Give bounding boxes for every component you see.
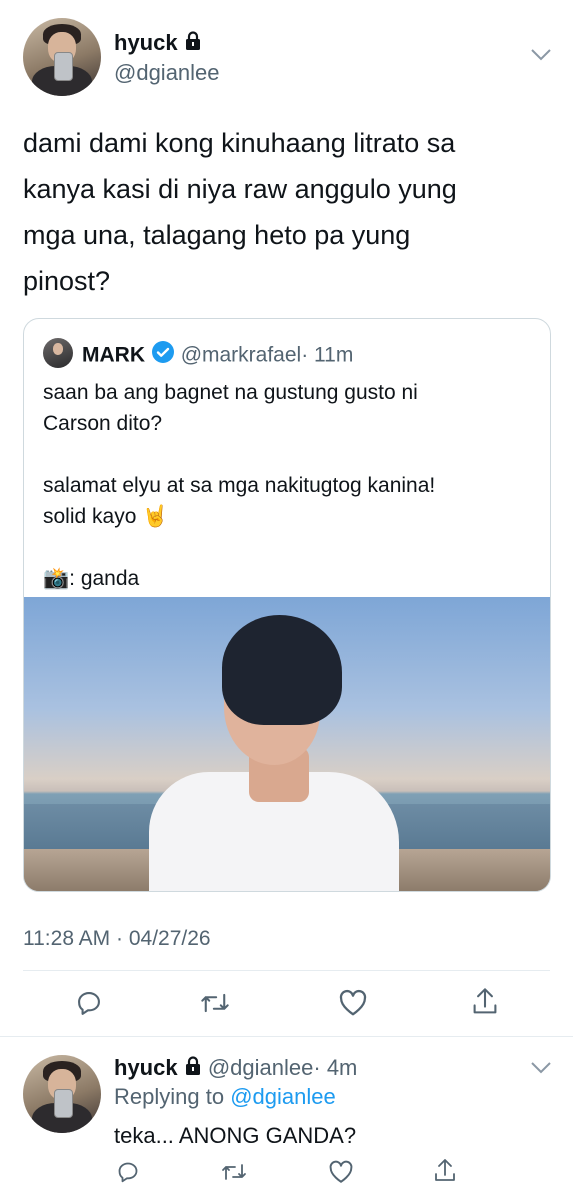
like-icon[interactable]: [328, 1160, 354, 1184]
reply-icon[interactable]: [75, 989, 103, 1017]
divider: [23, 970, 550, 971]
quoted-tweet-text: saan ba ang bagnet na gustung gusto ni C…: [43, 377, 533, 594]
tweet-timestamp[interactable]: 11:28 AM · 04/27/26: [23, 925, 211, 953]
reply-icon[interactable]: [116, 1160, 140, 1184]
verified-badge-icon: [151, 340, 175, 372]
quoted-text-line: saan ba ang bagnet na gustung gusto ni: [43, 381, 418, 404]
quoted-text-line: solid kayo 🤘: [43, 505, 169, 528]
quoted-author-handle[interactable]: @markrafael: [181, 344, 302, 367]
like-icon[interactable]: [338, 989, 368, 1017]
tweet-text-line: pinost?: [23, 266, 111, 296]
reply-text: teka... ANONG GANDA?: [114, 1123, 357, 1148]
share-icon[interactable]: [434, 1158, 456, 1184]
reply-author-name[interactable]: hyuck: [114, 1055, 178, 1080]
divider: [0, 1036, 573, 1037]
chevron-down-icon[interactable]: [530, 1061, 552, 1075]
quoted-author-avatar[interactable]: [43, 338, 73, 368]
author-name[interactable]: hyuck: [114, 30, 178, 55]
quoted-text-line: Carson dito?: [43, 412, 163, 435]
main-tweet-author[interactable]: hyuck: [114, 30, 202, 57]
reply-author-row: hyuck @dgianlee· 4m: [114, 1054, 357, 1083]
retweet-icon[interactable]: [200, 989, 230, 1017]
quoted-author-row: MARK @markrafael· 11m: [82, 340, 353, 372]
tweet-text: dami dami kong kinuhaang litrato sa kany…: [23, 120, 553, 304]
tweet-text-line: kanya kasi di niya raw anggulo yung: [23, 174, 457, 204]
quoted-tweet-time: · 11m: [301, 343, 354, 367]
author-handle[interactable]: @dgianlee: [114, 60, 220, 86]
quoted-author-name[interactable]: MARK: [82, 344, 145, 367]
tweet-text-line: mga una, talagang heto pa yung: [23, 220, 411, 250]
lock-icon: [184, 1055, 202, 1083]
replying-to: Replying to @dgianlee: [114, 1083, 336, 1111]
retweet-icon[interactable]: [221, 1160, 247, 1184]
replying-to-label: Replying to: [114, 1084, 225, 1109]
chevron-down-icon[interactable]: [530, 48, 552, 62]
share-icon[interactable]: [472, 987, 498, 1017]
camera-emoji: 📸: [43, 567, 70, 590]
quoted-tweet-photo[interactable]: [24, 597, 550, 891]
reply-time: · 4m: [313, 1055, 358, 1080]
replying-to-handle[interactable]: @dgianlee: [230, 1084, 336, 1109]
tweet-text-line: dami dami kong kinuhaang litrato sa: [23, 128, 456, 158]
quoted-text-line: salamat elyu at sa mga nakitugtog kanina…: [43, 474, 436, 497]
reply-avatar[interactable]: [23, 1055, 101, 1133]
lock-icon: [184, 31, 202, 57]
photo-credit: : ganda: [69, 567, 140, 590]
quoted-tweet-card[interactable]: MARK @markrafael· 11m saan ba ang bagnet…: [23, 318, 551, 892]
reply-author-handle[interactable]: @dgianlee: [208, 1055, 314, 1080]
main-tweet-avatar[interactable]: [23, 18, 101, 96]
